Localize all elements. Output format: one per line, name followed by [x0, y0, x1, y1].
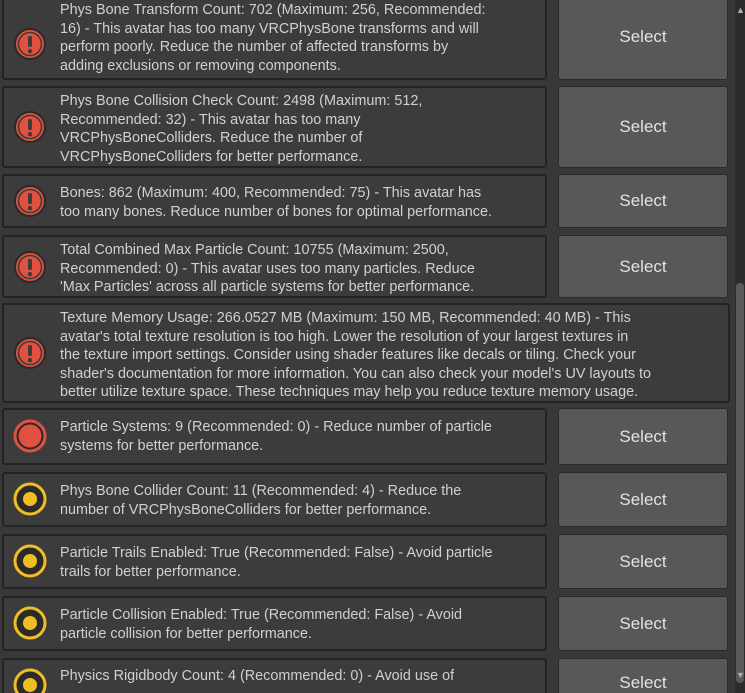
message-box: Phys Bone Collision Check Count: 2498 (M…	[2, 86, 547, 168]
select-button[interactable]: Select	[558, 596, 728, 651]
message-line: too many bones. Reduce number of bones f…	[60, 203, 492, 220]
message-box: Particle Systems: 9 (Recommended: 0) - R…	[2, 408, 547, 465]
validation-message-list: Phys Bone Transform Count: 702 (Maximum:…	[0, 0, 735, 693]
message-line: perform poorly. Reduce the number of aff…	[60, 39, 449, 55]
message-line: VRCPhysBoneColliders. Reduce the number …	[60, 130, 363, 146]
scroll-down-arrow-icon[interactable]: ▼	[736, 671, 745, 680]
message-line: systems for better performance.	[60, 437, 264, 454]
message-line: adding exclusions or removing components…	[60, 57, 341, 74]
message-text: Particle Collision Enabled: True (Recomm…	[60, 606, 539, 643]
message-line: VRCPhysBoneColliders for better performa…	[60, 148, 363, 165]
select-button[interactable]: Select	[558, 658, 728, 693]
message-line: Phys Bone Transform Count: 702 (Maximum:…	[60, 2, 486, 18]
scroll-thumb[interactable]	[736, 283, 744, 683]
message-line: Recommended: 0) - This avatar uses too m…	[60, 260, 475, 277]
message-box: Physics Rigidbody Count: 4 (Recommended:…	[2, 658, 547, 693]
message-line: shader's documentation for more informat…	[60, 365, 652, 382]
message-box: Particle Trails Enabled: True (Recommend…	[2, 534, 547, 589]
select-button[interactable]: Select	[558, 174, 728, 228]
message-line: Particle Trails Enabled: True (Recommend…	[60, 545, 493, 561]
message-line: the texture import settings. Consider us…	[60, 347, 636, 363]
message-text: Phys Bone Collider Count: 11 (Recommende…	[60, 482, 539, 519]
warning-icon	[13, 544, 47, 578]
message-text: Particle Systems: 9 (Recommended: 0) - R…	[60, 418, 539, 455]
message-line: Particle Collision Enabled: True (Recomm…	[60, 607, 463, 623]
error-icon	[13, 419, 47, 453]
scroll-up-arrow-icon[interactable]: ▲	[736, 6, 745, 15]
message-line: Phys Bone Collision Check Count: 2498 (M…	[60, 93, 423, 109]
error-icon	[13, 250, 47, 284]
message-box: Texture Memory Usage: 266.0527 MB (Maxim…	[2, 303, 730, 403]
message-text: Physics Rigidbody Count: 4 (Recommended:…	[60, 667, 539, 686]
error-icon	[13, 336, 47, 370]
message-line: avatar's total texture resolution is too…	[60, 328, 629, 345]
message-line: Phys Bone Collider Count: 11 (Recommende…	[60, 483, 462, 499]
message-line: Total Combined Max Particle Count: 10755…	[60, 242, 449, 258]
message-line: Bones: 862 (Maximum: 400, Recommended: 7…	[60, 185, 482, 201]
select-button[interactable]: Select	[558, 0, 728, 80]
warning-icon	[13, 606, 47, 640]
message-line: particle collision for better performanc…	[60, 625, 312, 642]
select-button[interactable]: Select	[558, 235, 728, 298]
message-text: Phys Bone Transform Count: 702 (Maximum:…	[60, 1, 539, 75]
message-text: Texture Memory Usage: 266.0527 MB (Maxim…	[60, 309, 722, 402]
message-text: Total Combined Max Particle Count: 10755…	[60, 241, 539, 297]
message-line: better utilize texture space. These tech…	[60, 384, 639, 400]
message-line: 'Max Particles' across all particle syst…	[60, 279, 475, 295]
message-box: Phys Bone Collider Count: 11 (Recommende…	[2, 472, 547, 527]
error-icon	[13, 27, 47, 61]
message-box: Bones: 862 (Maximum: 400, Recommended: 7…	[2, 174, 547, 228]
message-line: number of VRCPhysBoneColliders for bette…	[60, 501, 432, 518]
select-button[interactable]: Select	[558, 408, 728, 465]
message-line: trails for better performance.	[60, 563, 241, 580]
message-line: 16) - This avatar has too many VRCPhysBo…	[60, 20, 479, 37]
message-box: Phys Bone Transform Count: 702 (Maximum:…	[2, 0, 547, 80]
message-text: Particle Trails Enabled: True (Recommend…	[60, 544, 539, 581]
message-box: Total Combined Max Particle Count: 10755…	[2, 235, 547, 298]
select-button[interactable]: Select	[558, 534, 728, 589]
select-button[interactable]: Select	[558, 472, 728, 527]
warning-icon	[13, 482, 47, 516]
message-line: Texture Memory Usage: 266.0527 MB (Maxim…	[60, 310, 631, 326]
message-line: Recommended: 32) - This avatar has too m…	[60, 111, 361, 128]
message-box: Particle Collision Enabled: True (Recomm…	[2, 596, 547, 651]
error-icon	[13, 184, 47, 218]
error-icon	[13, 110, 47, 144]
message-text: Phys Bone Collision Check Count: 2498 (M…	[60, 92, 539, 166]
message-line: Physics Rigidbody Count: 4 (Recommended:…	[60, 668, 455, 684]
message-line: Particle Systems: 9 (Recommended: 0) - R…	[60, 419, 492, 435]
warning-icon	[13, 668, 47, 693]
vertical-scrollbar[interactable]: ▲ ▼	[735, 0, 745, 693]
select-button[interactable]: Select	[558, 86, 728, 168]
message-text: Bones: 862 (Maximum: 400, Recommended: 7…	[60, 184, 539, 221]
